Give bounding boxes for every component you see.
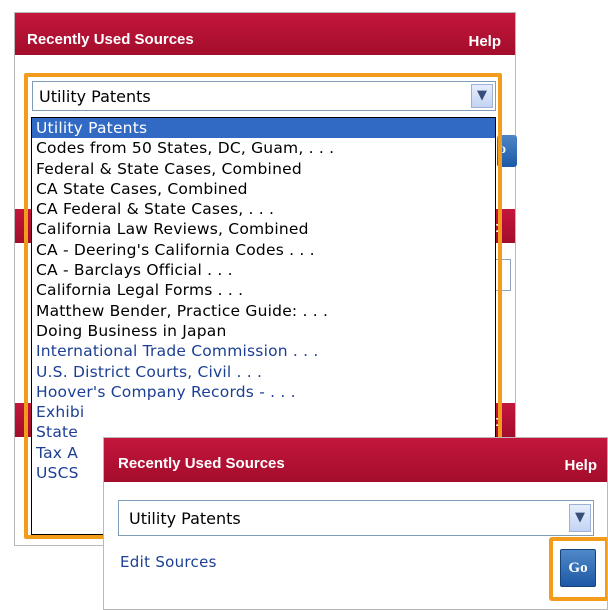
list-item[interactable]: International Trade Commission . . . [32,341,495,361]
list-item[interactable]: U.S. District Courts, Civil . . . [32,362,495,382]
edit-sources-link[interactable]: Edit Sources [120,553,217,571]
chevron-down-icon[interactable]: ▼ [471,84,493,108]
list-item[interactable]: CA State Cases, Combined [32,179,495,199]
list-item[interactable]: Hoover's Company Records - . . . [32,382,495,402]
list-item[interactable]: Codes from 50 States, DC, Guam, . . . [32,138,495,158]
recent-sources-panel-front: Recently Used Sources Help Utility Paten… [103,437,608,610]
source-select-value: Utility Patents [129,509,241,528]
list-item[interactable]: Doing Business in Japan [32,321,495,341]
list-item[interactable]: CA - Barclays Official . . . [32,260,495,280]
go-button[interactable]: Go [560,549,596,587]
source-select[interactable]: Utility Patents ▼ [118,500,594,536]
list-item[interactable]: CA - Deering's California Codes . . . [32,240,495,260]
chevron-down-icon[interactable]: ▼ [569,504,591,532]
source-select[interactable]: Utility Patents ▼ [32,81,496,111]
help-link[interactable]: Help [468,33,501,50]
list-item[interactable]: Utility Patents [32,118,495,139]
panel-header: Recently Used Sources Help [104,438,607,482]
source-select-value: Utility Patents [39,87,151,106]
list-item[interactable]: Exhibi [32,402,495,422]
help-link[interactable]: Help [564,457,597,474]
panel-title: Recently Used Sources [118,455,285,472]
panel-header: Recently Used Sources Help [15,13,515,55]
list-item[interactable]: California Law Reviews, Combined [32,219,495,239]
list-item[interactable]: CA Federal & State Cases, . . . [32,199,495,219]
list-item[interactable]: Federal & State Cases, Combined [32,159,495,179]
list-item[interactable]: California Legal Forms . . . [32,280,495,300]
list-item[interactable]: Matthew Bender, Practice Guide: . . . [32,301,495,321]
panel-title: Recently Used Sources [27,31,194,48]
